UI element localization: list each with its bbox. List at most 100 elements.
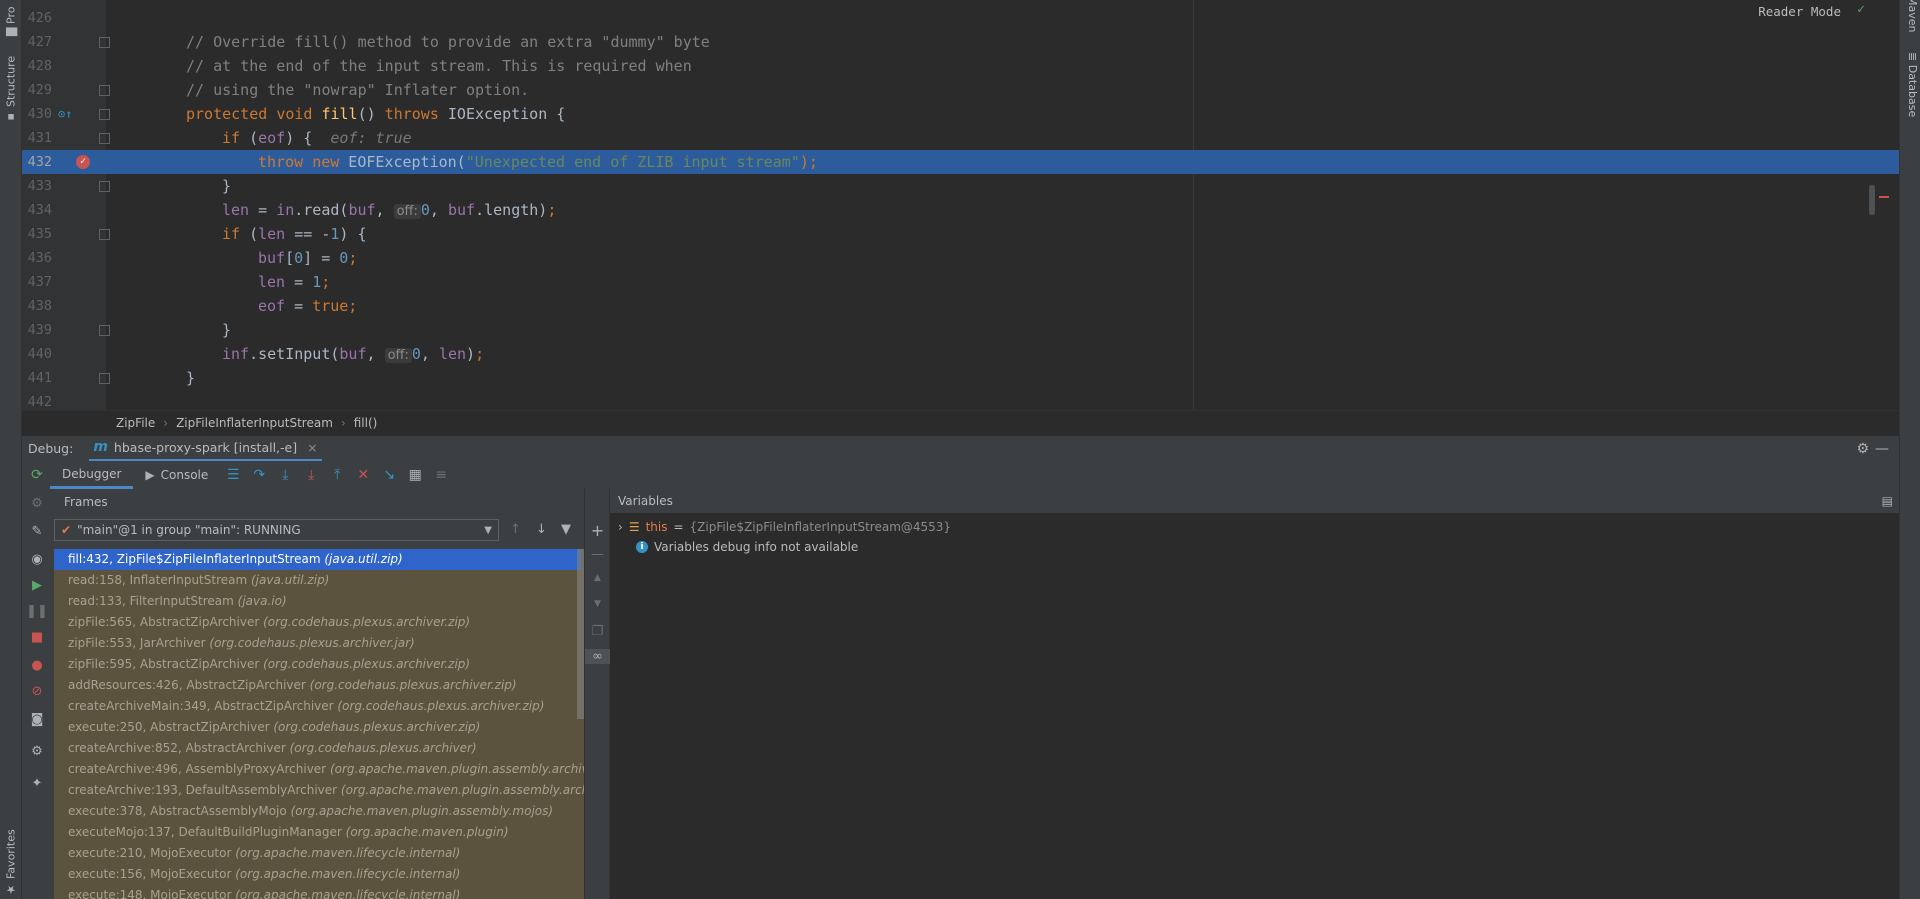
glasses-icon[interactable]: ∞ (585, 649, 610, 664)
eye-icon[interactable]: ◉ (22, 548, 52, 570)
frame-item[interactable]: read:158, InflaterInputStream (java.util… (54, 570, 584, 591)
frame-item[interactable]: execute:210, MojoExecutor (org.apache.ma… (54, 843, 584, 864)
current-execution-line[interactable]: 432 ✓ throw new EOFException("Unexpected… (22, 150, 1899, 174)
frame-item[interactable]: createArchive:852, AbstractArchiver (org… (54, 738, 584, 759)
step-out-icon[interactable]: ⤒ (324, 461, 350, 489)
settings-icon[interactable]: ⚙ (22, 492, 52, 514)
evaluate-expression-icon[interactable]: ▦ (402, 461, 428, 489)
breadcrumb-item[interactable]: ZipFile (116, 416, 155, 430)
frames-list[interactable]: fill:432, ZipFile$ZipFileInflaterInputSt… (54, 549, 584, 899)
code-line[interactable]: 436 buf[0] = 0; (22, 246, 1899, 270)
code-editor[interactable]: Reader Mode ✓ 426 427 // Override fill()… (22, 0, 1899, 410)
frame-item[interactable]: executeMojo:137, DefaultBuildPluginManag… (54, 822, 584, 843)
remove-watch-icon[interactable]: — (585, 547, 610, 562)
line-number: 434 (27, 202, 52, 218)
step-over-icon[interactable]: ↷ (246, 461, 272, 489)
code-line[interactable]: 442 (22, 390, 1899, 410)
force-step-into-icon[interactable]: ⤓ (298, 461, 324, 489)
gear-icon[interactable]: ⚙ (22, 740, 52, 762)
frame-item[interactable]: createArchive:193, DefaultAssemblyArchiv… (54, 780, 584, 801)
favorites-tool-tab[interactable]: ★ Favorites (2, 828, 20, 896)
frame-item[interactable]: read:133, FilterInputStream (java.io) (54, 591, 584, 612)
filter-icon[interactable]: ▼ (561, 522, 571, 537)
fold-marker-icon[interactable] (99, 37, 110, 48)
fold-marker-icon[interactable] (99, 109, 110, 120)
frame-item[interactable]: createArchive:496, AssemblyProxyArchiver… (54, 759, 584, 780)
stop-icon[interactable]: ■ (22, 626, 52, 648)
breadcrumb-item[interactable]: fill() (354, 416, 378, 430)
code-line[interactable]: 433 } (22, 174, 1899, 198)
close-icon[interactable]: × (307, 440, 317, 455)
maven-tool-tab[interactable]: Maven (1903, 0, 1919, 34)
fold-marker-icon[interactable] (99, 133, 110, 144)
code-line[interactable]: 430 ⊙↑ protected void fill() throws IOEx… (22, 102, 1899, 126)
thread-selector[interactable]: ✔ "main"@1 in group "main": RUNNING ▼ (54, 519, 499, 541)
frame-item[interactable]: execute:148, MojoExecutor (org.apache.ma… (54, 885, 584, 899)
parameter-hint: off: (384, 348, 412, 363)
database-tool-tab[interactable]: ≣ Database (1903, 52, 1919, 126)
override-marker-icon[interactable]: ⊙↑ (58, 102, 72, 126)
structure-tool-tab[interactable]: ▪ Structure (2, 50, 20, 124)
code-line[interactable]: 428 // at the end of the input stream. T… (22, 54, 1899, 78)
debug-toolbar: ⟳ Debugger ▶ Console ☰ ↷ ⤓ ⤓ ⤒ ✕ ↘ ▦ ≡ (22, 461, 1899, 489)
pause-icon[interactable]: ❚❚ (22, 600, 52, 622)
copy-icon[interactable]: ❐ (585, 624, 610, 639)
minimize-icon[interactable]: — (1875, 441, 1889, 457)
menu-icon[interactable]: ☰ (220, 461, 246, 489)
frame-item[interactable]: zipFile:565, AbstractZipArchiver (org.co… (54, 612, 584, 633)
arrow-down-icon[interactable]: ↓ (536, 522, 547, 537)
code-line[interactable]: 438 eof = true; (22, 294, 1899, 318)
frame-item[interactable]: createArchiveMain:349, AbstractZipArchiv… (54, 696, 584, 717)
breakpoint-icon[interactable]: ✓ (76, 155, 90, 169)
code-line[interactable]: 431 if (eof) { eof: true (22, 126, 1899, 150)
code-line[interactable]: 427 // Override fill() method to provide… (22, 30, 1899, 54)
wrench-icon[interactable]: ✎ (22, 520, 52, 542)
tab-debugger[interactable]: Debugger (50, 461, 134, 489)
frame-item[interactable]: addResources:426, AbstractZipArchiver (o… (54, 675, 584, 696)
code-line[interactable]: 437 len = 1; (22, 270, 1899, 294)
arrow-up-icon[interactable]: ↑ (510, 522, 521, 537)
trace-icon[interactable]: ≡ (428, 461, 454, 489)
code-line[interactable]: 440 inf.setInput(buf, off: 0, len); (22, 342, 1899, 366)
fold-marker-icon[interactable] (99, 85, 110, 96)
debug-session-tab[interactable]: m hbase-proxy-spark [install,-e] × (89, 436, 322, 462)
run-to-cursor-icon[interactable]: ↘ (376, 461, 402, 489)
move-down-icon[interactable]: ▼ (585, 599, 610, 609)
pin-icon[interactable]: ✦ (22, 772, 52, 794)
layout-icon[interactable]: ▤ (1882, 494, 1893, 508)
code-line[interactable]: 439 } (22, 318, 1899, 342)
code-line[interactable]: 435 if (len == -1) { (22, 222, 1899, 246)
fold-marker-icon[interactable] (99, 229, 110, 240)
view-breakpoints-icon[interactable]: ● (22, 654, 52, 676)
breadcrumb-item[interactable]: ZipFileInflaterInputStream (176, 416, 333, 430)
code-line[interactable]: 434 len = in.read(buf, off: 0, buf.length… (22, 198, 1899, 222)
code-line[interactable]: 441 } (22, 366, 1899, 390)
field-icon: ☰ (628, 520, 640, 534)
variable-row[interactable]: › ☰ this = {ZipFile$ZipFileInflaterInput… (618, 517, 951, 537)
mute-breakpoints-icon[interactable]: ⊘ (22, 680, 52, 702)
rerun-icon[interactable]: ⟳ (24, 461, 50, 489)
line-number: 431 (27, 130, 52, 146)
resume-icon[interactable]: ▶ (22, 574, 52, 596)
frame-item[interactable]: execute:250, AbstractZipArchiver (org.co… (54, 717, 584, 738)
fold-marker-icon[interactable] (99, 325, 110, 336)
gear-icon[interactable]: ⚙ (1856, 441, 1869, 457)
frame-item[interactable]: execute:156, MojoExecutor (org.apache.ma… (54, 864, 584, 885)
move-up-icon[interactable]: ▲ (585, 573, 610, 583)
frame-item[interactable]: execute:378, AbstractAssemblyMojo (org.a… (54, 801, 584, 822)
chevron-right-icon[interactable]: › (618, 517, 623, 537)
project-tool-tab[interactable]: ▇ Pro (2, 2, 20, 36)
drop-frame-icon[interactable]: ✕ (350, 461, 376, 489)
frames-scrollbar[interactable] (577, 549, 584, 719)
frame-item[interactable]: fill:432, ZipFile$ZipFileInflaterInputSt… (54, 549, 581, 570)
frame-item[interactable]: zipFile:553, JarArchiver (org.codehaus.p… (54, 633, 584, 654)
code-line[interactable]: 429 // using the "nowrap" Inflater optio… (22, 78, 1899, 102)
tab-console[interactable]: ▶ Console (133, 461, 220, 489)
fold-marker-icon[interactable] (99, 373, 110, 384)
step-into-icon[interactable]: ⤓ (272, 461, 298, 489)
frame-item[interactable]: zipFile:595, AbstractZipArchiver (org.co… (54, 654, 584, 675)
add-watch-icon[interactable]: + (585, 521, 610, 540)
camera-icon[interactable]: ◙ (22, 708, 52, 730)
fold-marker-icon[interactable] (99, 181, 110, 192)
code-line[interactable]: 426 (22, 6, 1899, 30)
